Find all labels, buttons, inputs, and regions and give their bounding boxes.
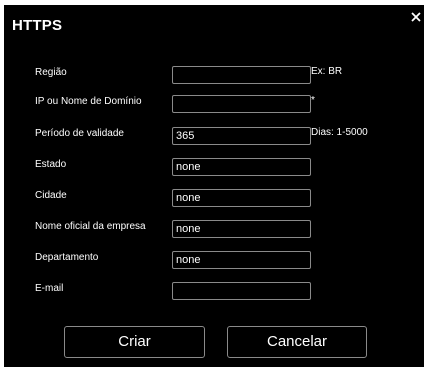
- form-row-domain: IP ou Nome de Domínio *: [4, 95, 424, 113]
- https-dialog: HTTPS Região Ex: BR IP ou Nome de Domíni…: [4, 5, 424, 367]
- company-field[interactable]: [172, 220, 311, 238]
- department-label: Departamento: [35, 252, 99, 263]
- city-label: Cidade: [35, 190, 67, 201]
- form-row-validity: Período de validade Dias: 1-5000: [4, 127, 424, 145]
- close-icon-glyph: [411, 12, 421, 22]
- city-field[interactable]: [172, 189, 311, 207]
- form-row-email: E-mail: [4, 282, 424, 300]
- cancel-button[interactable]: Cancelar: [227, 326, 367, 358]
- form-row-state: Estado: [4, 158, 424, 176]
- close-icon[interactable]: [410, 11, 424, 25]
- validity-field[interactable]: [172, 127, 311, 145]
- form-row-region: Região Ex: BR: [4, 66, 424, 84]
- validity-label: Período de validade: [35, 128, 124, 139]
- domain-field[interactable]: [172, 95, 311, 113]
- dialog-title: HTTPS: [12, 17, 63, 34]
- domain-required-mark: *: [311, 95, 315, 106]
- company-label: Nome oficial da empresa: [35, 221, 146, 232]
- department-field[interactable]: [172, 251, 311, 269]
- email-field[interactable]: [172, 282, 311, 300]
- validity-hint: Dias: 1-5000: [311, 127, 368, 138]
- region-hint: Ex: BR: [311, 66, 343, 77]
- region-label: Região: [35, 67, 67, 78]
- region-field[interactable]: [172, 66, 311, 84]
- form-row-city: Cidade: [4, 189, 424, 207]
- email-label: E-mail: [35, 283, 64, 294]
- state-field[interactable]: [172, 158, 311, 176]
- create-button[interactable]: Criar: [64, 326, 205, 358]
- domain-label: IP ou Nome de Domínio: [35, 96, 142, 107]
- state-label: Estado: [35, 159, 67, 170]
- form-row-department: Departamento: [4, 251, 424, 269]
- form-row-company: Nome oficial da empresa: [4, 220, 424, 238]
